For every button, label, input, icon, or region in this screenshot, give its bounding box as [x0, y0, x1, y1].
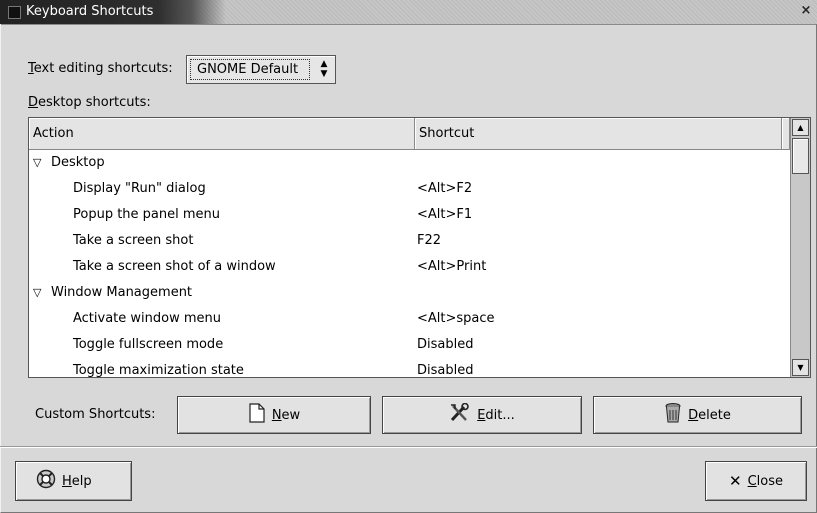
tree-row[interactable]: Popup the panel menu <Alt>F1: [29, 202, 790, 228]
row-shortcut: Disabled: [417, 337, 474, 352]
help-button-label: Help: [62, 473, 92, 489]
tree-row[interactable]: Display "Run" dialog <Alt>F2: [29, 176, 790, 202]
new-button[interactable]: New: [177, 396, 371, 434]
row-action: Toggle fullscreen mode: [73, 332, 223, 358]
expander-triangle-icon[interactable]: ▽: [33, 150, 47, 176]
text-editing-combo-value: GNOME Default: [190, 59, 310, 80]
trash-icon: [664, 402, 682, 428]
tree-row[interactable]: Take a screen shot of a window <Alt>Print: [29, 254, 790, 280]
row-action-text: Window Management: [51, 285, 193, 300]
row-shortcut: <Alt>F1: [417, 207, 473, 222]
row-action: Popup the panel menu: [73, 202, 220, 228]
tree-row[interactable]: Toggle fullscreen mode Disabled: [29, 332, 790, 358]
text-editing-label: Text editing shortcuts:: [28, 61, 173, 76]
row-shortcut: F22: [417, 233, 442, 248]
column-header-shortcut[interactable]: Shortcut: [415, 118, 782, 150]
column-header-action[interactable]: Action: [29, 118, 415, 150]
row-shortcut: <Alt>F2: [417, 181, 473, 196]
row-shortcut: Disabled: [417, 363, 474, 378]
row-action: Display "Run" dialog: [73, 176, 206, 202]
tree-group-row[interactable]: ▽ Window Management: [29, 280, 790, 306]
lifebuoy-help-icon: [36, 469, 56, 493]
new-button-label: New: [271, 407, 301, 423]
row-action-text: Popup the panel menu: [73, 207, 221, 222]
shortcuts-tree[interactable]: Action Shortcut ▽ Desktop Display "Run" di…: [28, 117, 811, 378]
row-action: ▽ Window Management: [33, 280, 192, 306]
custom-shortcuts-label: Custom Shortcuts:: [35, 407, 156, 422]
edit-button[interactable]: Edit...: [382, 396, 582, 434]
row-action-text: Display "Run" dialog: [73, 181, 206, 196]
row-action: Take a screen shot of a window: [73, 254, 276, 280]
delete-button-label: Delete: [688, 407, 731, 423]
row-action-text: Toggle maximization state: [73, 363, 244, 378]
row-shortcut: <Alt>Print: [417, 259, 487, 274]
scroll-up-arrow-icon[interactable]: ▲: [792, 119, 809, 136]
row-action: Toggle maximization state: [73, 358, 244, 378]
title-tab: Keyboard Shortcuts: [0, 0, 226, 24]
edit-button-label: Edit...: [477, 407, 515, 423]
tree-row[interactable]: Activate window menu <Alt>space: [29, 306, 790, 332]
tree-row[interactable]: Take a screen shot F22: [29, 228, 790, 254]
row-shortcut: <Alt>space: [417, 311, 495, 326]
footer-separator: [0, 446, 817, 448]
row-action-text: Toggle fullscreen mode: [73, 337, 224, 352]
row-action-text: Desktop: [51, 155, 105, 170]
scroll-down-arrow-icon[interactable]: ▼: [792, 359, 809, 376]
scroll-thumb[interactable]: [792, 138, 809, 174]
desktop-shortcuts-label: Desktop shortcuts:: [28, 95, 151, 110]
row-action: ▽ Desktop: [33, 150, 105, 176]
updown-arrows-icon: ▲ ▼: [320, 59, 328, 79]
new-document-icon: [248, 403, 266, 427]
close-x-icon: ✕: [729, 472, 742, 490]
vertical-scrollbar[interactable]: ▲ ▼: [790, 118, 810, 377]
column-header-filler: [782, 118, 790, 150]
window-icon: [8, 6, 21, 19]
row-action: Activate window menu: [73, 306, 221, 332]
tree-row[interactable]: Toggle maximization state Disabled: [29, 358, 790, 378]
delete-button[interactable]: Delete: [593, 396, 802, 434]
row-action-text: Take a screen shot of a window: [73, 259, 276, 274]
window-title: Keyboard Shortcuts: [26, 4, 154, 19]
tree-rows: ▽ Desktop Display "Run" dialog <Alt>F2 Popup…: [29, 150, 790, 378]
text-editing-combo[interactable]: GNOME Default ▲ ▼: [186, 55, 336, 84]
help-button[interactable]: Help: [15, 461, 132, 501]
window-close-button[interactable]: ×: [797, 2, 815, 20]
row-action-text: Activate window menu: [73, 311, 222, 326]
row-action: Take a screen shot: [73, 228, 193, 254]
tools-icon: [449, 402, 471, 427]
close-button-label: Close: [747, 473, 783, 489]
expander-triangle-icon[interactable]: ▽: [33, 280, 47, 306]
title-bar[interactable]: Keyboard Shortcuts ×: [0, 0, 817, 25]
row-action-text: Take a screen shot: [73, 233, 194, 248]
close-button[interactable]: ✕ Close: [705, 461, 807, 501]
tree-group-row[interactable]: ▽ Desktop: [29, 150, 790, 176]
